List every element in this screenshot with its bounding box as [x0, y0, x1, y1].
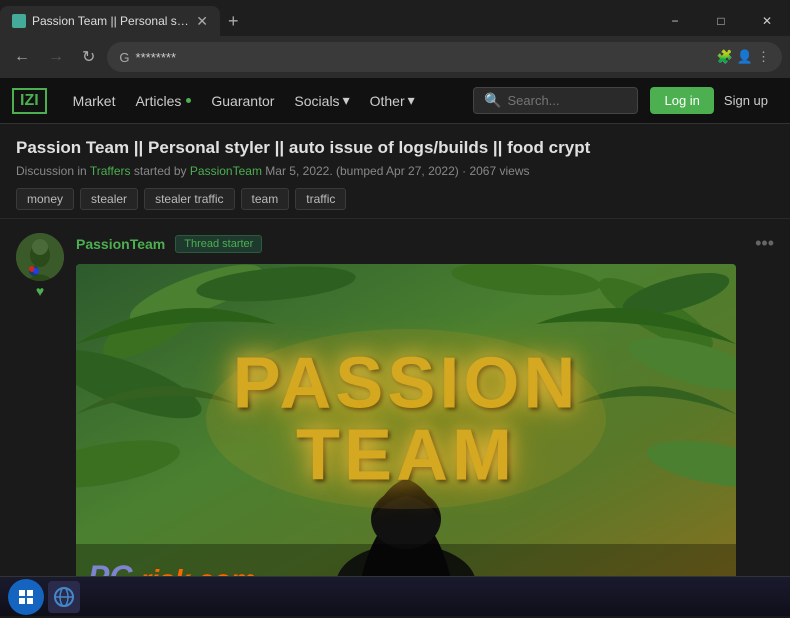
tab-favicon — [12, 14, 26, 28]
tag-stealer[interactable]: stealer — [80, 188, 138, 210]
address-bar-row: ← → ↻ G ******** 🧩 👤 ⋮ — [0, 36, 790, 78]
active-tab[interactable]: Passion Team || Personal styler ||... ✕ — [0, 6, 220, 36]
maximize-button[interactable]: □ — [698, 3, 744, 39]
nav-socials[interactable]: Socials ▾ — [284, 92, 359, 109]
tab-bar: Passion Team || Personal styler ||... ✕ … — [0, 0, 790, 36]
nav-other[interactable]: Other ▾ — [360, 92, 425, 109]
account-icon[interactable]: 👤 — [737, 49, 753, 65]
post-badge: Thread starter — [175, 235, 262, 253]
thread-header: Passion Team || Personal styler || auto … — [0, 124, 790, 219]
tag-team[interactable]: team — [241, 188, 290, 210]
menu-icon[interactable]: ⋮ — [757, 49, 770, 65]
author-link[interactable]: PassionTeam — [190, 164, 262, 178]
site-content: IZI Market Articles Guarantor Socials ▾ … — [0, 78, 790, 618]
address-bar[interactable]: G ******** 🧩 👤 ⋮ — [107, 42, 782, 72]
site-nav: IZI Market Articles Guarantor Socials ▾ … — [0, 78, 790, 124]
signup-button[interactable]: Sign up — [714, 87, 778, 114]
tag-traffic[interactable]: traffic — [295, 188, 346, 210]
post-username[interactable]: PassionTeam — [76, 236, 165, 252]
login-button[interactable]: Log in — [650, 87, 713, 114]
post-body: PassionTeam Thread starter ••• — [76, 233, 774, 604]
passion-word1: PASSION — [233, 348, 580, 420]
search-bar[interactable]: 🔍 — [473, 87, 638, 114]
nav-articles[interactable]: Articles — [125, 93, 201, 109]
bookmark-icons: 🧩 👤 ⋮ — [717, 49, 770, 65]
avatar-image — [16, 233, 64, 281]
nav-market[interactable]: Market — [63, 93, 126, 109]
post-image: PASSION TEAM ΡС risk.com — [76, 264, 736, 604]
new-tab-button[interactable]: + — [220, 11, 247, 32]
search-input[interactable] — [507, 93, 627, 108]
post-avatar: ♥ — [16, 233, 64, 604]
banner-text: PASSION TEAM — [233, 348, 580, 492]
site-logo[interactable]: IZI — [12, 88, 47, 114]
close-button[interactable]: ✕ — [744, 3, 790, 39]
taskbar-browser-icon[interactable] — [48, 581, 80, 613]
search-icon: 🔍 — [484, 92, 501, 109]
passion-word2: TEAM — [233, 420, 580, 492]
forward-button[interactable]: → — [42, 44, 70, 70]
minimize-button[interactable]: − — [652, 3, 698, 39]
tab-title: Passion Team || Personal styler ||... — [32, 14, 190, 28]
reload-button[interactable]: ↻ — [76, 43, 101, 71]
forum-link[interactable]: Traffers — [90, 164, 131, 178]
passion-banner: PASSION TEAM ΡС risk.com — [76, 264, 736, 604]
lock-icon: G — [119, 50, 129, 65]
articles-dot — [186, 98, 191, 103]
socials-arrow: ▾ — [343, 92, 350, 109]
thread-tags: money stealer stealer traffic team traff… — [16, 188, 774, 210]
tab-close-button[interactable]: ✕ — [196, 13, 208, 30]
puzzle-icon[interactable]: 🧩 — [717, 49, 733, 65]
window-controls: − □ ✕ — [652, 3, 790, 39]
taskbar — [0, 576, 790, 616]
post-header: PassionTeam Thread starter ••• — [76, 233, 774, 254]
tag-money[interactable]: money — [16, 188, 74, 210]
other-arrow: ▾ — [408, 92, 415, 109]
thread-title: Passion Team || Personal styler || auto … — [16, 138, 774, 158]
thread-meta: Discussion in Traffers started by Passio… — [16, 164, 774, 178]
start-button[interactable] — [8, 579, 44, 615]
more-options-button[interactable]: ••• — [755, 233, 774, 254]
post-area: ♥ PassionTeam Thread starter ••• — [0, 219, 790, 618]
tag-stealer-traffic[interactable]: stealer traffic — [144, 188, 234, 210]
url-text: ******** — [136, 50, 711, 65]
back-button[interactable]: ← — [8, 44, 36, 70]
nav-guarantor[interactable]: Guarantor — [201, 93, 284, 109]
